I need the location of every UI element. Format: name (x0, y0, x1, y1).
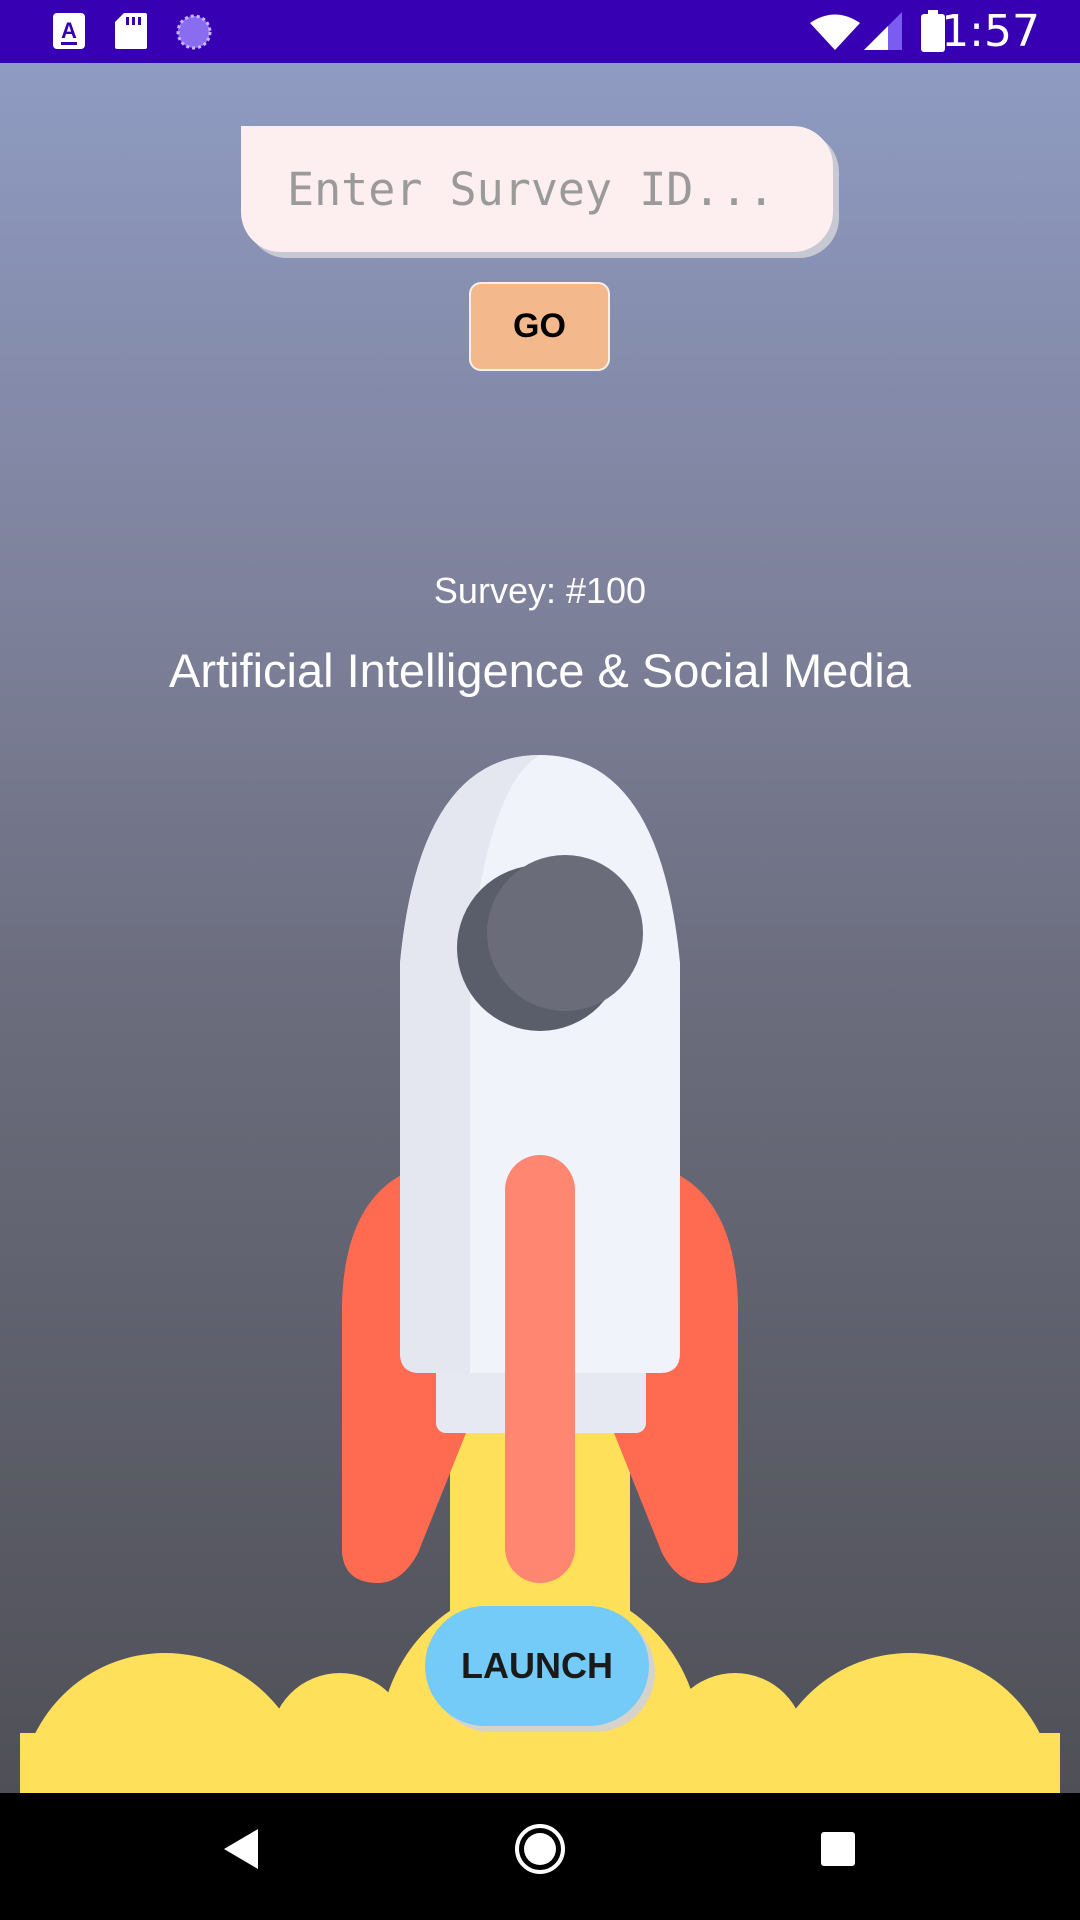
status-bar: A 1:57 (0, 0, 1080, 63)
go-button[interactable]: GO (469, 282, 610, 371)
survey-title: Artificial Intelligence & Social Media (169, 644, 911, 697)
home-icon[interactable] (514, 1823, 566, 1875)
back-icon[interactable] (222, 1827, 260, 1871)
survey-id-input[interactable] (241, 126, 833, 252)
sd-card-icon (115, 13, 147, 49)
main-content: GO Survey: #100 Artificial Intelligence … (0, 63, 1080, 1793)
recents-icon[interactable] (820, 1831, 856, 1867)
launch-button[interactable]: LAUNCH (425, 1606, 649, 1726)
survey-number-label: Survey: #100 (433, 570, 647, 611)
a-accessibility-icon: A (53, 13, 85, 49)
svg-text:A: A (61, 18, 77, 43)
loading-circle-icon (176, 14, 212, 50)
signal-icon (864, 12, 902, 50)
clock: 1:57 (941, 6, 1040, 57)
navigation-bar (0, 1793, 1080, 1920)
wifi-icon (810, 14, 860, 50)
